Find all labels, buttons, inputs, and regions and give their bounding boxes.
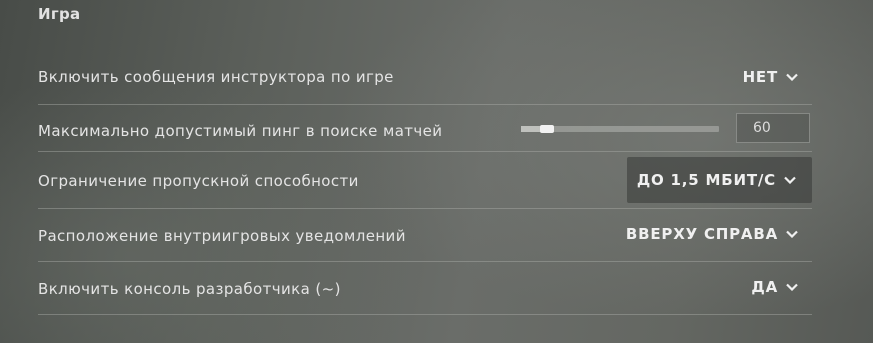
setting-label: Ограничение пропускной способности	[38, 172, 359, 190]
instructor-messages-dropdown[interactable]: НЕТ	[743, 68, 798, 86]
chevron-down-icon	[786, 230, 798, 238]
section-title: Игра	[38, 5, 81, 23]
bandwidth-dropdown[interactable]: ДО 1,5 МБИТ/С	[626, 157, 812, 203]
setting-label: Включить консоль разработчика (~)	[38, 280, 341, 298]
developer-console-dropdown[interactable]: ДА	[751, 278, 798, 296]
max-ping-field[interactable]	[736, 113, 810, 143]
setting-label: Включить сообщения инструктора по игре	[38, 68, 394, 86]
dropdown-value: ВВЕРХУ СПРАВА	[625, 225, 778, 243]
setting-row-developer-console: Включить консоль разработчика (~) ДА	[38, 262, 812, 315]
dropdown-value: НЕТ	[742, 68, 778, 86]
max-ping-slider[interactable]	[521, 125, 719, 133]
setting-row-max-ping: Максимально допустимый пинг в поиске мат…	[38, 105, 812, 152]
chevron-down-icon	[786, 73, 798, 81]
chevron-down-icon	[784, 176, 796, 184]
dropdown-value: ДА	[751, 278, 778, 296]
settings-list: Включить сообщения инструктора по игре Н…	[38, 51, 812, 315]
setting-label: Расположение внутриигровых уведомлений	[38, 227, 406, 245]
setting-row-instructor-messages: Включить сообщения инструктора по игре Н…	[38, 51, 812, 105]
chevron-down-icon	[786, 283, 798, 291]
setting-row-bandwidth: Ограничение пропускной способности ДО 1,…	[38, 152, 812, 209]
setting-row-notification-position: Расположение внутриигровых уведомлений В…	[38, 209, 812, 262]
notification-position-dropdown[interactable]: ВВЕРХУ СПРАВА	[626, 225, 798, 243]
setting-label: Максимально допустимый пинг в поиске мат…	[38, 122, 443, 140]
slider-thumb[interactable]	[540, 125, 554, 133]
dropdown-value: ДО 1,5 МБИТ/С	[636, 171, 776, 189]
